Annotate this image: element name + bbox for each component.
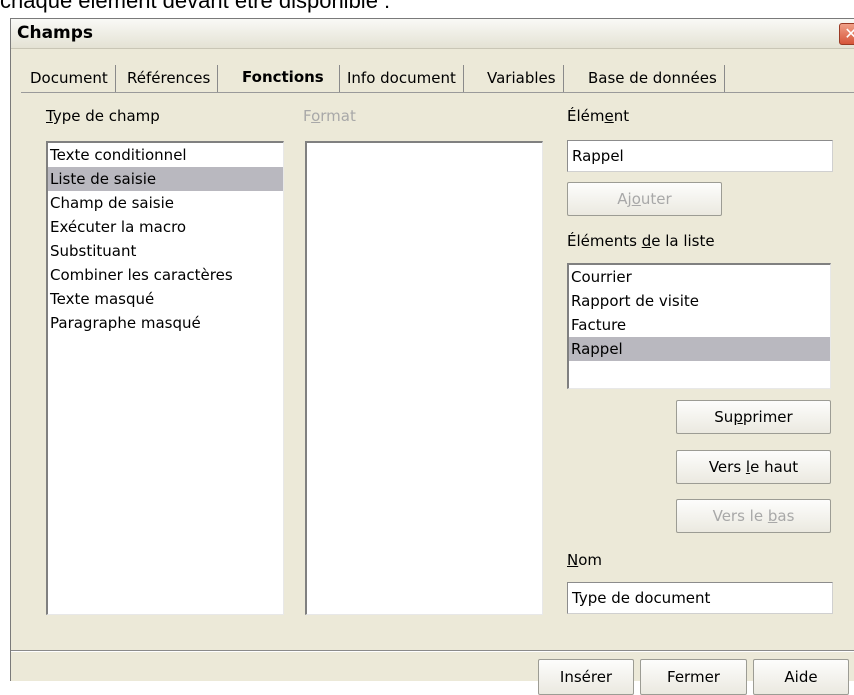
add-button[interactable]: Ajouter (567, 182, 722, 216)
close-icon[interactable]: ✕ (839, 23, 854, 45)
title-bar: Champs ✕ (11, 19, 854, 49)
elements-list[interactable]: Courrier Rapport de visite Facture Rappe… (567, 263, 831, 389)
tab-references[interactable]: Références (120, 65, 219, 92)
footer-divider-highlight (11, 651, 854, 652)
list-item-selected[interactable]: Liste de saisie (48, 167, 283, 191)
list-item[interactable]: Texte conditionnel (48, 143, 283, 167)
format-label: Format (303, 107, 356, 125)
nom-label: Nom (567, 551, 603, 569)
list-item[interactable]: Combiner les caractères (48, 263, 283, 287)
dialog-title: Champs (17, 23, 94, 43)
list-item[interactable]: Rapport de visite (569, 289, 830, 313)
insert-button[interactable]: Insérer (538, 659, 634, 695)
list-item[interactable]: Substituant (48, 239, 283, 263)
tab-fonctions[interactable]: Fonctions (235, 62, 331, 93)
tab-base-de-donnees[interactable]: Base de données (581, 65, 725, 92)
fields-dialog: Champs ✕ Document Références Fonctions I… (10, 18, 854, 695)
move-down-button[interactable]: Vers le bas (676, 499, 831, 533)
tab-variables[interactable]: Variables (480, 65, 564, 92)
element-input[interactable]: Rappel (567, 140, 833, 172)
type-de-champ-label: Type de champ (46, 107, 160, 125)
list-item[interactable]: Exécuter la macro (48, 215, 283, 239)
tab-document[interactable]: Document (23, 65, 116, 92)
list-item-selected[interactable]: Rappel (569, 337, 830, 361)
close-button[interactable]: Fermer (640, 659, 747, 695)
elements-list-label: Éléments de la liste (567, 232, 715, 250)
element-label: Élément (567, 107, 630, 125)
tab-divider (21, 92, 854, 93)
list-item[interactable]: Texte masqué (48, 287, 283, 311)
list-item[interactable]: Courrier (569, 265, 830, 289)
move-up-button[interactable]: Vers le haut (676, 450, 831, 484)
format-list[interactable] (305, 141, 543, 615)
type-de-champ-list[interactable]: Texte conditionnel Liste de saisie Champ… (46, 141, 284, 615)
caption-text: chaque élément devant être disponible : (0, 0, 391, 13)
help-button[interactable]: Aide (753, 659, 849, 695)
list-item[interactable]: Paragraphe masqué (48, 311, 283, 335)
list-item[interactable]: Champ de saisie (48, 191, 283, 215)
tab-info-document[interactable]: Info document (339, 65, 464, 92)
nom-input[interactable]: Type de document (567, 582, 833, 614)
list-item[interactable]: Facture (569, 313, 830, 337)
delete-button[interactable]: Supprimer (676, 400, 831, 434)
